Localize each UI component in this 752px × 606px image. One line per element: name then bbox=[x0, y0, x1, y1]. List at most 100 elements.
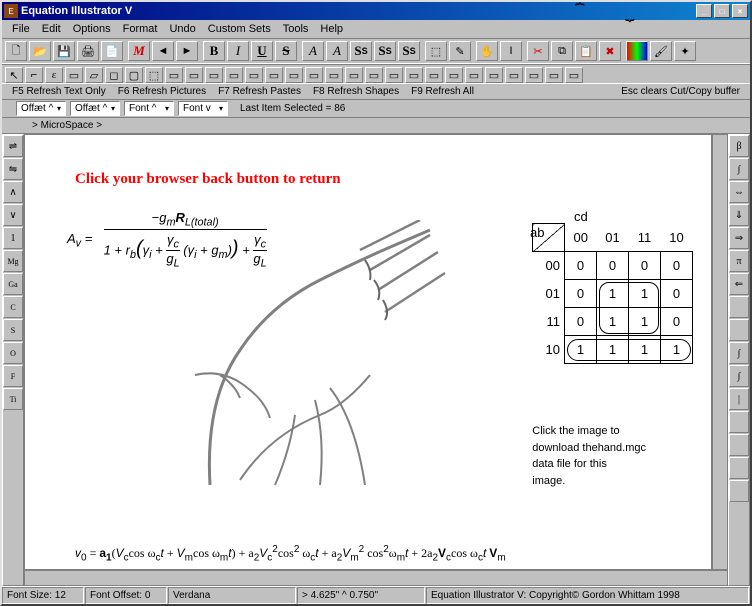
box11-icon[interactable]: ▭ bbox=[265, 67, 283, 83]
rpal-blank3-icon[interactable] bbox=[729, 411, 749, 433]
pal-o-icon[interactable]: O bbox=[3, 342, 23, 364]
font-combo-1[interactable]: Font ^ bbox=[124, 101, 174, 116]
rpal-blank4-icon[interactable] bbox=[729, 434, 749, 456]
double-s-icon[interactable]: SS bbox=[398, 41, 420, 61]
pal-ti-icon[interactable]: Ti bbox=[3, 388, 23, 410]
brace-under-icon[interactable]: ⏟ bbox=[625, 4, 635, 22]
box13-icon[interactable]: ▭ bbox=[305, 67, 323, 83]
pal-lharpoon-icon[interactable]: ⇋ bbox=[3, 158, 23, 180]
menu-undo[interactable]: Undo bbox=[163, 22, 201, 36]
pal-rharpoon-icon[interactable]: ⇌ bbox=[3, 135, 23, 157]
rpal-integral-icon[interactable]: ∫ bbox=[729, 158, 749, 180]
forward-icon[interactable]: ► bbox=[176, 41, 198, 61]
rpal-dblarrow-icon[interactable]: ⇔ bbox=[729, 181, 749, 203]
maximize-button[interactable]: □ bbox=[714, 4, 730, 18]
brush-icon[interactable]: 🖌 bbox=[650, 41, 672, 61]
rpal-rightarrow-icon[interactable]: ⇒ bbox=[729, 227, 749, 249]
pal-or-icon[interactable]: ∨ bbox=[3, 204, 23, 226]
menu-format[interactable]: Format bbox=[117, 22, 164, 36]
delete-icon[interactable]: ✖ bbox=[599, 41, 621, 61]
wand-icon[interactable]: ✦ bbox=[674, 41, 696, 61]
print-icon[interactable]: 🖨 bbox=[77, 41, 99, 61]
menu-edit[interactable]: Edit bbox=[36, 22, 67, 36]
box12-icon[interactable]: ▭ bbox=[285, 67, 303, 83]
font-a1-icon[interactable]: A bbox=[302, 41, 324, 61]
super-s-icon[interactable]: SS bbox=[350, 41, 372, 61]
strikethrough-button[interactable]: S bbox=[275, 41, 297, 61]
pal-c-icon[interactable]: C bbox=[3, 296, 23, 318]
menu-options[interactable]: Options bbox=[67, 22, 117, 36]
offset-combo-2[interactable]: Offæt ^ bbox=[70, 101, 120, 116]
save-icon[interactable]: 💾 bbox=[53, 41, 75, 61]
bold-button[interactable]: B bbox=[203, 41, 225, 61]
preview-icon[interactable]: 📄 bbox=[101, 41, 123, 61]
menu-customsets[interactable]: Custom Sets bbox=[202, 22, 277, 36]
box20-icon[interactable]: ▭ bbox=[445, 67, 463, 83]
rpal-blank2-icon[interactable] bbox=[729, 319, 749, 341]
box22-icon[interactable]: ▭ bbox=[485, 67, 503, 83]
box23-icon[interactable]: ▭ bbox=[505, 67, 523, 83]
box5-icon[interactable]: ⬚ bbox=[145, 67, 163, 83]
box16-icon[interactable]: ▭ bbox=[365, 67, 383, 83]
close-button[interactable]: × bbox=[732, 4, 748, 18]
new-icon[interactable]: 🗋 bbox=[5, 41, 27, 61]
offset-combo-1[interactable]: Offæt ^ bbox=[16, 101, 66, 116]
menu-tools[interactable]: Tools bbox=[277, 22, 315, 36]
horizontal-scrollbar[interactable] bbox=[24, 570, 728, 586]
rpal-leftarrow-icon[interactable]: ⇐ bbox=[729, 273, 749, 295]
box10-icon[interactable]: ▭ bbox=[245, 67, 263, 83]
pal-one-icon[interactable]: 1 bbox=[3, 227, 23, 249]
box6-icon[interactable]: ▭ bbox=[165, 67, 183, 83]
font-combo-2[interactable]: Font v bbox=[178, 101, 228, 116]
pal-f-icon[interactable]: F bbox=[3, 365, 23, 387]
box9-icon[interactable]: ▭ bbox=[225, 67, 243, 83]
italic-button[interactable]: I bbox=[227, 41, 249, 61]
rpal-bar-icon[interactable]: | bbox=[729, 388, 749, 410]
rpal-blank5-icon[interactable] bbox=[729, 457, 749, 479]
box1-icon[interactable]: ▭ bbox=[65, 67, 83, 83]
rpal-blank1-icon[interactable] bbox=[729, 296, 749, 318]
pal-and-icon[interactable]: ∧ bbox=[3, 181, 23, 203]
menu-file[interactable]: File bbox=[6, 22, 36, 36]
box14-icon[interactable]: ▭ bbox=[325, 67, 343, 83]
open-icon[interactable]: 📂 bbox=[29, 41, 51, 61]
box15-icon[interactable]: ▭ bbox=[345, 67, 363, 83]
epsilon-icon[interactable]: ε bbox=[45, 67, 63, 83]
box17-icon[interactable]: ▭ bbox=[385, 67, 403, 83]
box2-icon[interactable]: ▱ bbox=[85, 67, 103, 83]
hand-icon[interactable]: ✋ bbox=[476, 41, 498, 61]
l-icon[interactable]: ⌐ bbox=[25, 67, 43, 83]
arrow-icon[interactable]: ↖ bbox=[5, 67, 23, 83]
box26-icon[interactable]: ▭ bbox=[565, 67, 583, 83]
font-a2-icon[interactable]: A bbox=[326, 41, 348, 61]
vertical-scrollbar[interactable] bbox=[712, 134, 728, 570]
paste-icon[interactable]: 📋 bbox=[575, 41, 597, 61]
pal-ga-icon[interactable]: Ga bbox=[3, 273, 23, 295]
box24-icon[interactable]: ▭ bbox=[525, 67, 543, 83]
box21-icon[interactable]: ▭ bbox=[465, 67, 483, 83]
box3-icon[interactable]: ◻ bbox=[105, 67, 123, 83]
select-icon[interactable]: ⬚ bbox=[425, 41, 447, 61]
color-bars-icon[interactable] bbox=[626, 41, 648, 61]
rpal-downarrow-icon[interactable]: ⇓ bbox=[729, 204, 749, 226]
rpal-blank6-icon[interactable] bbox=[729, 480, 749, 502]
box8-icon[interactable]: ▭ bbox=[205, 67, 223, 83]
rpal-int3-icon[interactable]: ∫ bbox=[729, 365, 749, 387]
text-cursor-icon[interactable]: I bbox=[500, 41, 522, 61]
cut-icon[interactable]: ✂ bbox=[527, 41, 549, 61]
m-red-icon[interactable]: M bbox=[128, 41, 150, 61]
copy-icon[interactable]: ⧉ bbox=[551, 41, 573, 61]
back-icon[interactable]: ◄ bbox=[152, 41, 174, 61]
minimize-button[interactable]: _ bbox=[696, 4, 712, 18]
pal-mg-icon[interactable]: Mg bbox=[3, 250, 23, 272]
sub-s-icon[interactable]: SS bbox=[374, 41, 396, 61]
rpal-pi-icon[interactable]: π bbox=[729, 250, 749, 272]
underline-button[interactable]: U bbox=[251, 41, 273, 61]
canvas[interactable]: Click your browser back button to return… bbox=[24, 134, 712, 570]
menu-help[interactable]: Help bbox=[314, 22, 349, 36]
pencil-icon[interactable]: ✎ bbox=[449, 41, 471, 61]
box4-icon[interactable]: ▢ bbox=[125, 67, 143, 83]
box18-icon[interactable]: ▭ bbox=[405, 67, 423, 83]
box7-icon[interactable]: ▭ bbox=[185, 67, 203, 83]
box19-icon[interactable]: ▭ bbox=[425, 67, 443, 83]
